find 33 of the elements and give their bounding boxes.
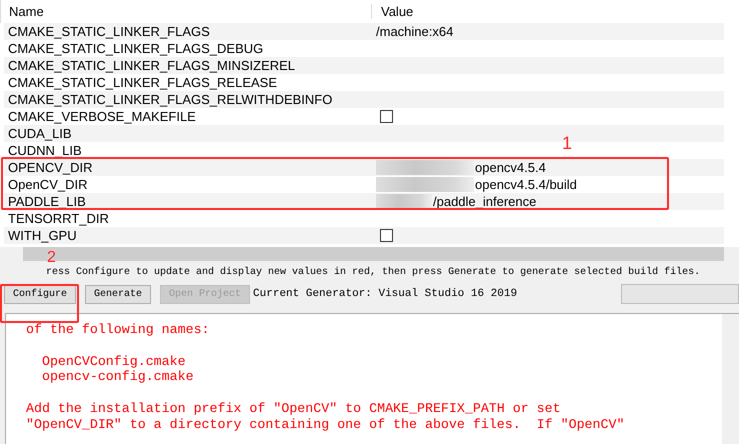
table-cell-text: CMAKE_STATIC_LINKER_FLAGS_MINSIZEREL (7, 58, 296, 73)
table-cell: /machine:x64 (376, 24, 454, 39)
instruction-text: ress Configure to update and display new values in red, then press Generate to generate selected build files. (45, 266, 702, 280)
table-cell-text: WITH_GPU (7, 228, 78, 243)
checkbox[interactable] (380, 229, 393, 242)
table-cell-text: TENSORRT_DIR (7, 211, 110, 226)
annotation-number: 2 (47, 250, 56, 266)
table-cell: opencv4.5.4/build (475, 177, 577, 192)
table-cell-text: CMAKE_VERBOSE_MAKEFILE (7, 109, 197, 124)
table-cell: opencv4.5.4 (475, 160, 546, 175)
table-cell-text: OpenCV_DIR (7, 177, 88, 192)
annotation-number: 1 (562, 134, 572, 152)
table-cell-text: CUDNN_LIB (7, 143, 83, 158)
table-cell-text: CMAKE_STATIC_LINKER_FLAGS_RELWITHDEBINFO (7, 92, 334, 107)
output-line: of the following names: (26, 322, 211, 338)
table-cell: /paddle_inference (433, 194, 536, 209)
table-cell-text: OPENCV_DIR (7, 160, 94, 175)
output-line: "OpenCV_DIR" to a directory containing one of the above files. If "OpenCV" (26, 416, 626, 433)
generator-label: Current Generator: Visual Studio 16 2019 (253, 288, 518, 300)
table-cell-text: PADDLE_LIB (7, 194, 87, 209)
output-line: opencv-config.cmake (40, 369, 195, 386)
checkbox[interactable] (380, 110, 393, 123)
output-line: Add the installation prefix of "OpenCV" to CMAKE_PREFIX_PATH or set (26, 400, 562, 417)
table-cell-text: CMAKE_STATIC_LINKER_FLAGS_DEBUG (7, 41, 264, 56)
pixelated-block (376, 194, 432, 209)
output-line: OpenCVConfig.cmake (40, 354, 187, 370)
vertical-scrollbar[interactable] (722, 314, 739, 444)
action-button[interactable]: Generate (85, 284, 152, 304)
column-header[interactable]: Value (371, 4, 739, 19)
column-header[interactable]: Name (1, 4, 371, 19)
table-cell-text: CUDA_LIB (7, 126, 73, 141)
table-cell-text: CMAKE_STATIC_LINKER_FLAGS (7, 24, 211, 39)
table-cell-text: CMAKE_STATIC_LINKER_FLAGS_RELEASE (7, 75, 278, 90)
